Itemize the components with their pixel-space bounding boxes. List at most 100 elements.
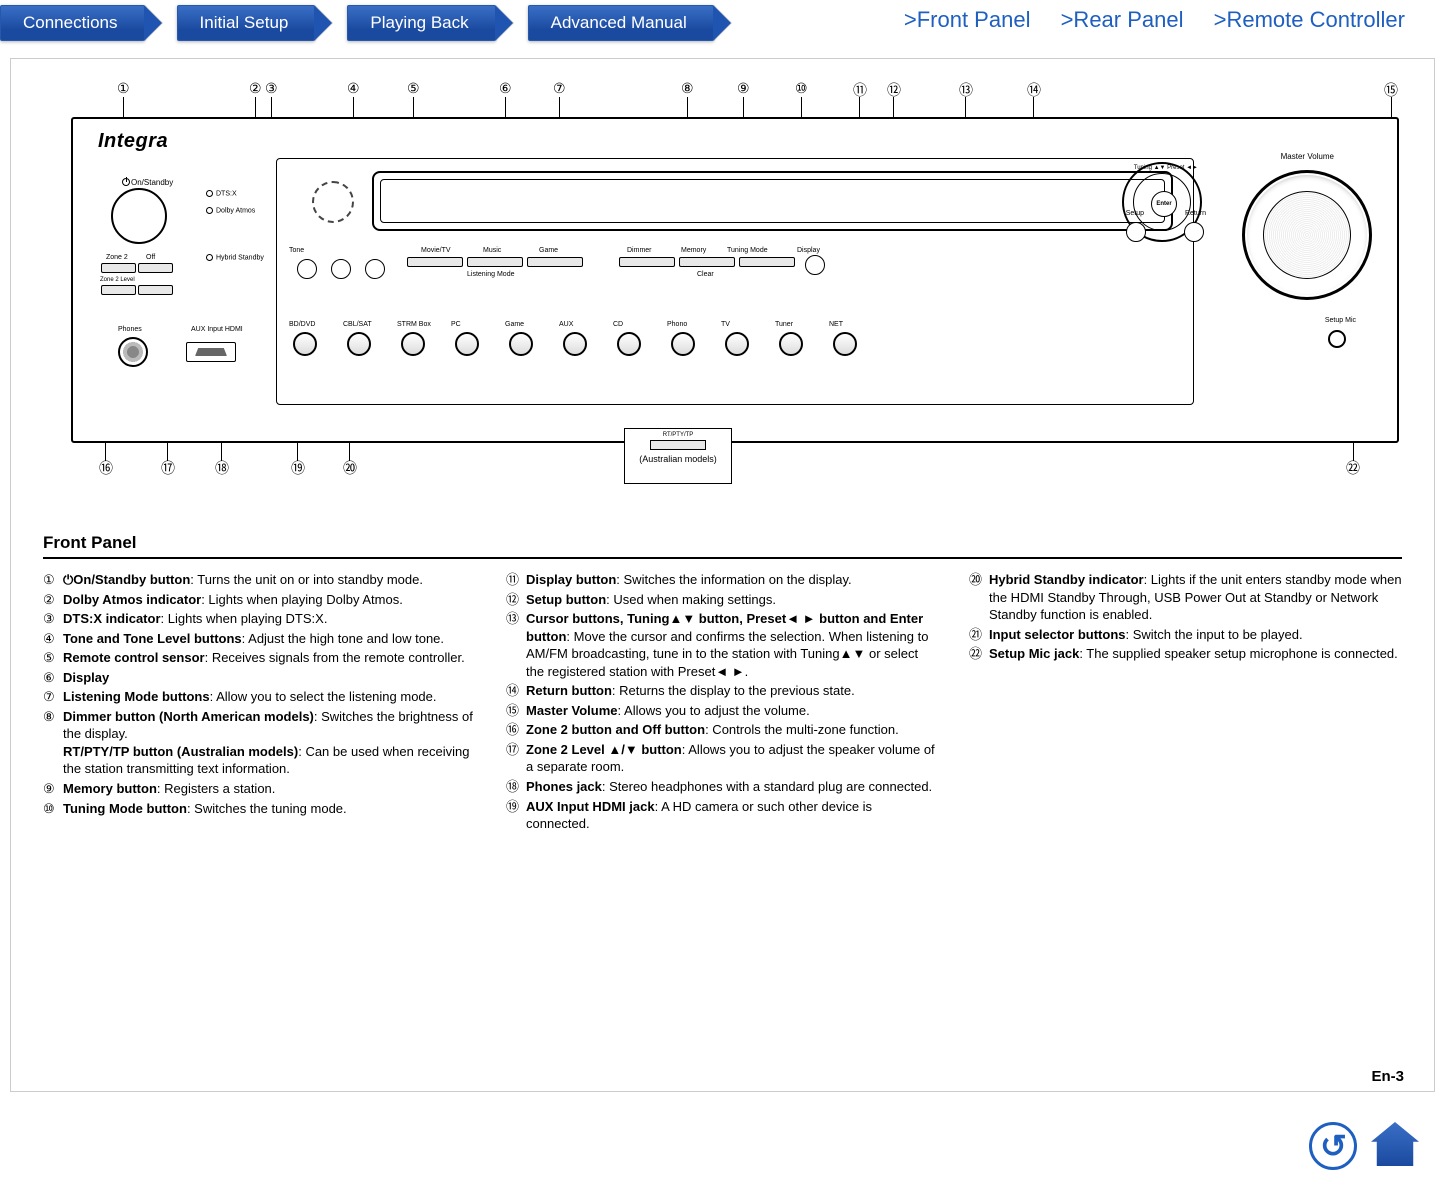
selector-label-tuner: Tuner xyxy=(775,321,793,328)
zone2-level-down xyxy=(101,285,136,295)
master-volume-label: Master Volume xyxy=(1281,152,1334,161)
item-body: Zone 2 Level ▲/▼ button: Allows you to a… xyxy=(526,741,939,776)
callout-19: ⑲ xyxy=(291,458,305,478)
item-num: ⑩ xyxy=(43,800,63,818)
list-item: ④Tone and Tone Level buttons: Adjust the… xyxy=(43,630,476,648)
diagram: ① ② ③ ④ ⑤ ⑥ ⑦ ⑧ ⑨ ⑩ ⑪ ⑫ ⑬ ⑭ ⑮ ⑯ ⑰ ⑱ ⑲ xyxy=(43,85,1402,473)
list-item: ⑤Remote control sensor: Receives signals… xyxy=(43,649,476,667)
item-body: Tone and Tone Level buttons: Adjust the … xyxy=(63,630,476,648)
section-title: Front Panel xyxy=(43,533,1402,553)
item-num: ⑪ xyxy=(506,571,526,589)
link-front-panel[interactable]: >Front Panel xyxy=(904,7,1031,32)
memory-button xyxy=(679,257,735,267)
item-num: ㉒ xyxy=(969,645,989,663)
selector-button-phono xyxy=(671,332,695,356)
list-item: ⑨Memory button: Registers a station. xyxy=(43,780,476,798)
callout-10: ⑩ xyxy=(795,80,808,97)
zone2-level-up xyxy=(138,285,173,295)
list-item: ②Dolby Atmos indicator: Lights when play… xyxy=(43,591,476,609)
item-body: Setup button: Used when making settings. xyxy=(526,591,939,609)
description-column-3: ⑳Hybrid Standby indicator: Lights if the… xyxy=(969,571,1402,835)
item-num: ㉑ xyxy=(969,626,989,644)
callout-8: ⑧ xyxy=(681,80,694,97)
selector-label-aux: AUX xyxy=(559,321,573,328)
list-item: ⑩Tuning Mode button: Switches the tuning… xyxy=(43,800,476,818)
aux-hdmi-port xyxy=(186,342,236,362)
undo-arrow-icon: ↻ xyxy=(1320,1127,1347,1165)
return-button xyxy=(1184,222,1204,242)
selector-button-net xyxy=(833,332,857,356)
dolby-atmos-indicator: Dolby Atmos xyxy=(206,207,255,214)
nav-connections[interactable]: Connections xyxy=(0,5,145,41)
australian-models-label: (Australian models) xyxy=(639,454,717,464)
game-label: Game xyxy=(539,247,558,254)
rt-pty-tp-button xyxy=(650,440,706,450)
dimmer-button xyxy=(619,257,675,267)
onstandby-button xyxy=(111,188,167,244)
selector-button-tv xyxy=(725,332,749,356)
selector-button-game xyxy=(509,332,533,356)
link-remote-controller[interactable]: >Remote Controller xyxy=(1214,7,1405,32)
nav-initial-setup[interactable]: Initial Setup xyxy=(177,5,316,41)
callout-4: ④ xyxy=(347,80,360,97)
callout-3: ③ xyxy=(265,80,278,97)
setup-button xyxy=(1126,222,1146,242)
selector-button-cd xyxy=(617,332,641,356)
nav-playing-back[interactable]: Playing Back xyxy=(347,5,495,41)
tone-minus-button xyxy=(331,259,351,279)
back-icon[interactable]: ↻ xyxy=(1309,1122,1357,1170)
callout-18: ⑱ xyxy=(215,458,229,478)
callout-2: ② xyxy=(249,80,262,97)
item-body: Cursor buttons, Tuning▲▼ button, Preset◄… xyxy=(526,610,939,680)
remote-sensor xyxy=(312,181,354,223)
zone2-label: Zone 2 xyxy=(106,254,128,261)
list-item: ⑲AUX Input HDMI jack: A HD camera or suc… xyxy=(506,798,939,833)
callout-1: ① xyxy=(117,80,130,97)
item-body: Phones jack: Stereo headphones with a st… xyxy=(526,778,939,796)
description-column-1: ①⏻On/Standby button: Turns the unit on o… xyxy=(43,571,476,835)
item-body: Return button: Returns the display to th… xyxy=(526,682,939,700)
list-item: ⑰Zone 2 Level ▲/▼ button: Allows you to … xyxy=(506,741,939,776)
top-links: >Front Panel >Rear Panel >Remote Control… xyxy=(904,7,1429,33)
tone-plus-button xyxy=(365,259,385,279)
callout-16: ⑯ xyxy=(99,458,113,478)
item-body: ⏻On/Standby button: Turns the unit on or… xyxy=(63,571,476,589)
callout-22: ㉒ xyxy=(1346,458,1360,478)
tone-label: Tone xyxy=(289,247,304,254)
front-panel-outline: Integra On/Standby Zone 2 Off Zone 2 Lev… xyxy=(71,117,1399,443)
item-body: Display xyxy=(63,669,476,687)
selector-button-pc xyxy=(455,332,479,356)
selector-button-strmbox xyxy=(401,332,425,356)
link-rear-panel[interactable]: >Rear Panel xyxy=(1061,7,1184,32)
list-item: ㉑Input selector buttons: Switch the inpu… xyxy=(969,626,1402,644)
item-body: Input selector buttons: Switch the input… xyxy=(989,626,1402,644)
item-num: ③ xyxy=(43,610,63,628)
list-item: ⑭Return button: Returns the display to t… xyxy=(506,682,939,700)
display-window xyxy=(372,171,1173,231)
item-num: ⑨ xyxy=(43,780,63,798)
movietv-label: Movie/TV xyxy=(421,247,451,254)
callout-6: ⑥ xyxy=(499,80,512,97)
list-item: ⑦Listening Mode buttons: Allow you to se… xyxy=(43,688,476,706)
item-body: Zone 2 button and Off button: Controls t… xyxy=(526,721,939,739)
selector-label-tv: TV xyxy=(721,321,730,328)
dtsx-indicator: DTS:X xyxy=(206,190,237,197)
selector-button-aux xyxy=(563,332,587,356)
selector-button-bddvd xyxy=(293,332,317,356)
movietv-button xyxy=(407,257,463,267)
clear-label: Clear xyxy=(697,271,714,278)
item-num: ⑫ xyxy=(506,591,526,609)
selector-label-bddvd: BD/DVD xyxy=(289,321,315,328)
item-body: Setup Mic jack: The supplied speaker set… xyxy=(989,645,1402,663)
list-item: ⑳Hybrid Standby indicator: Lights if the… xyxy=(969,571,1402,624)
selector-label-strmbox: STRM Box xyxy=(397,321,431,328)
item-num: ⑮ xyxy=(506,702,526,720)
list-item: ⑪Display button: Switches the informatio… xyxy=(506,571,939,589)
rt-pty-tp-label: RT/PTY/TP xyxy=(625,432,731,438)
callout-9: ⑨ xyxy=(737,80,750,97)
item-num: ⑦ xyxy=(43,688,63,706)
list-item: ⑫Setup button: Used when making settings… xyxy=(506,591,939,609)
display-button-label: Display xyxy=(797,247,820,254)
nav-advanced-manual[interactable]: Advanced Manual xyxy=(528,5,714,41)
home-icon[interactable] xyxy=(1371,1122,1419,1166)
